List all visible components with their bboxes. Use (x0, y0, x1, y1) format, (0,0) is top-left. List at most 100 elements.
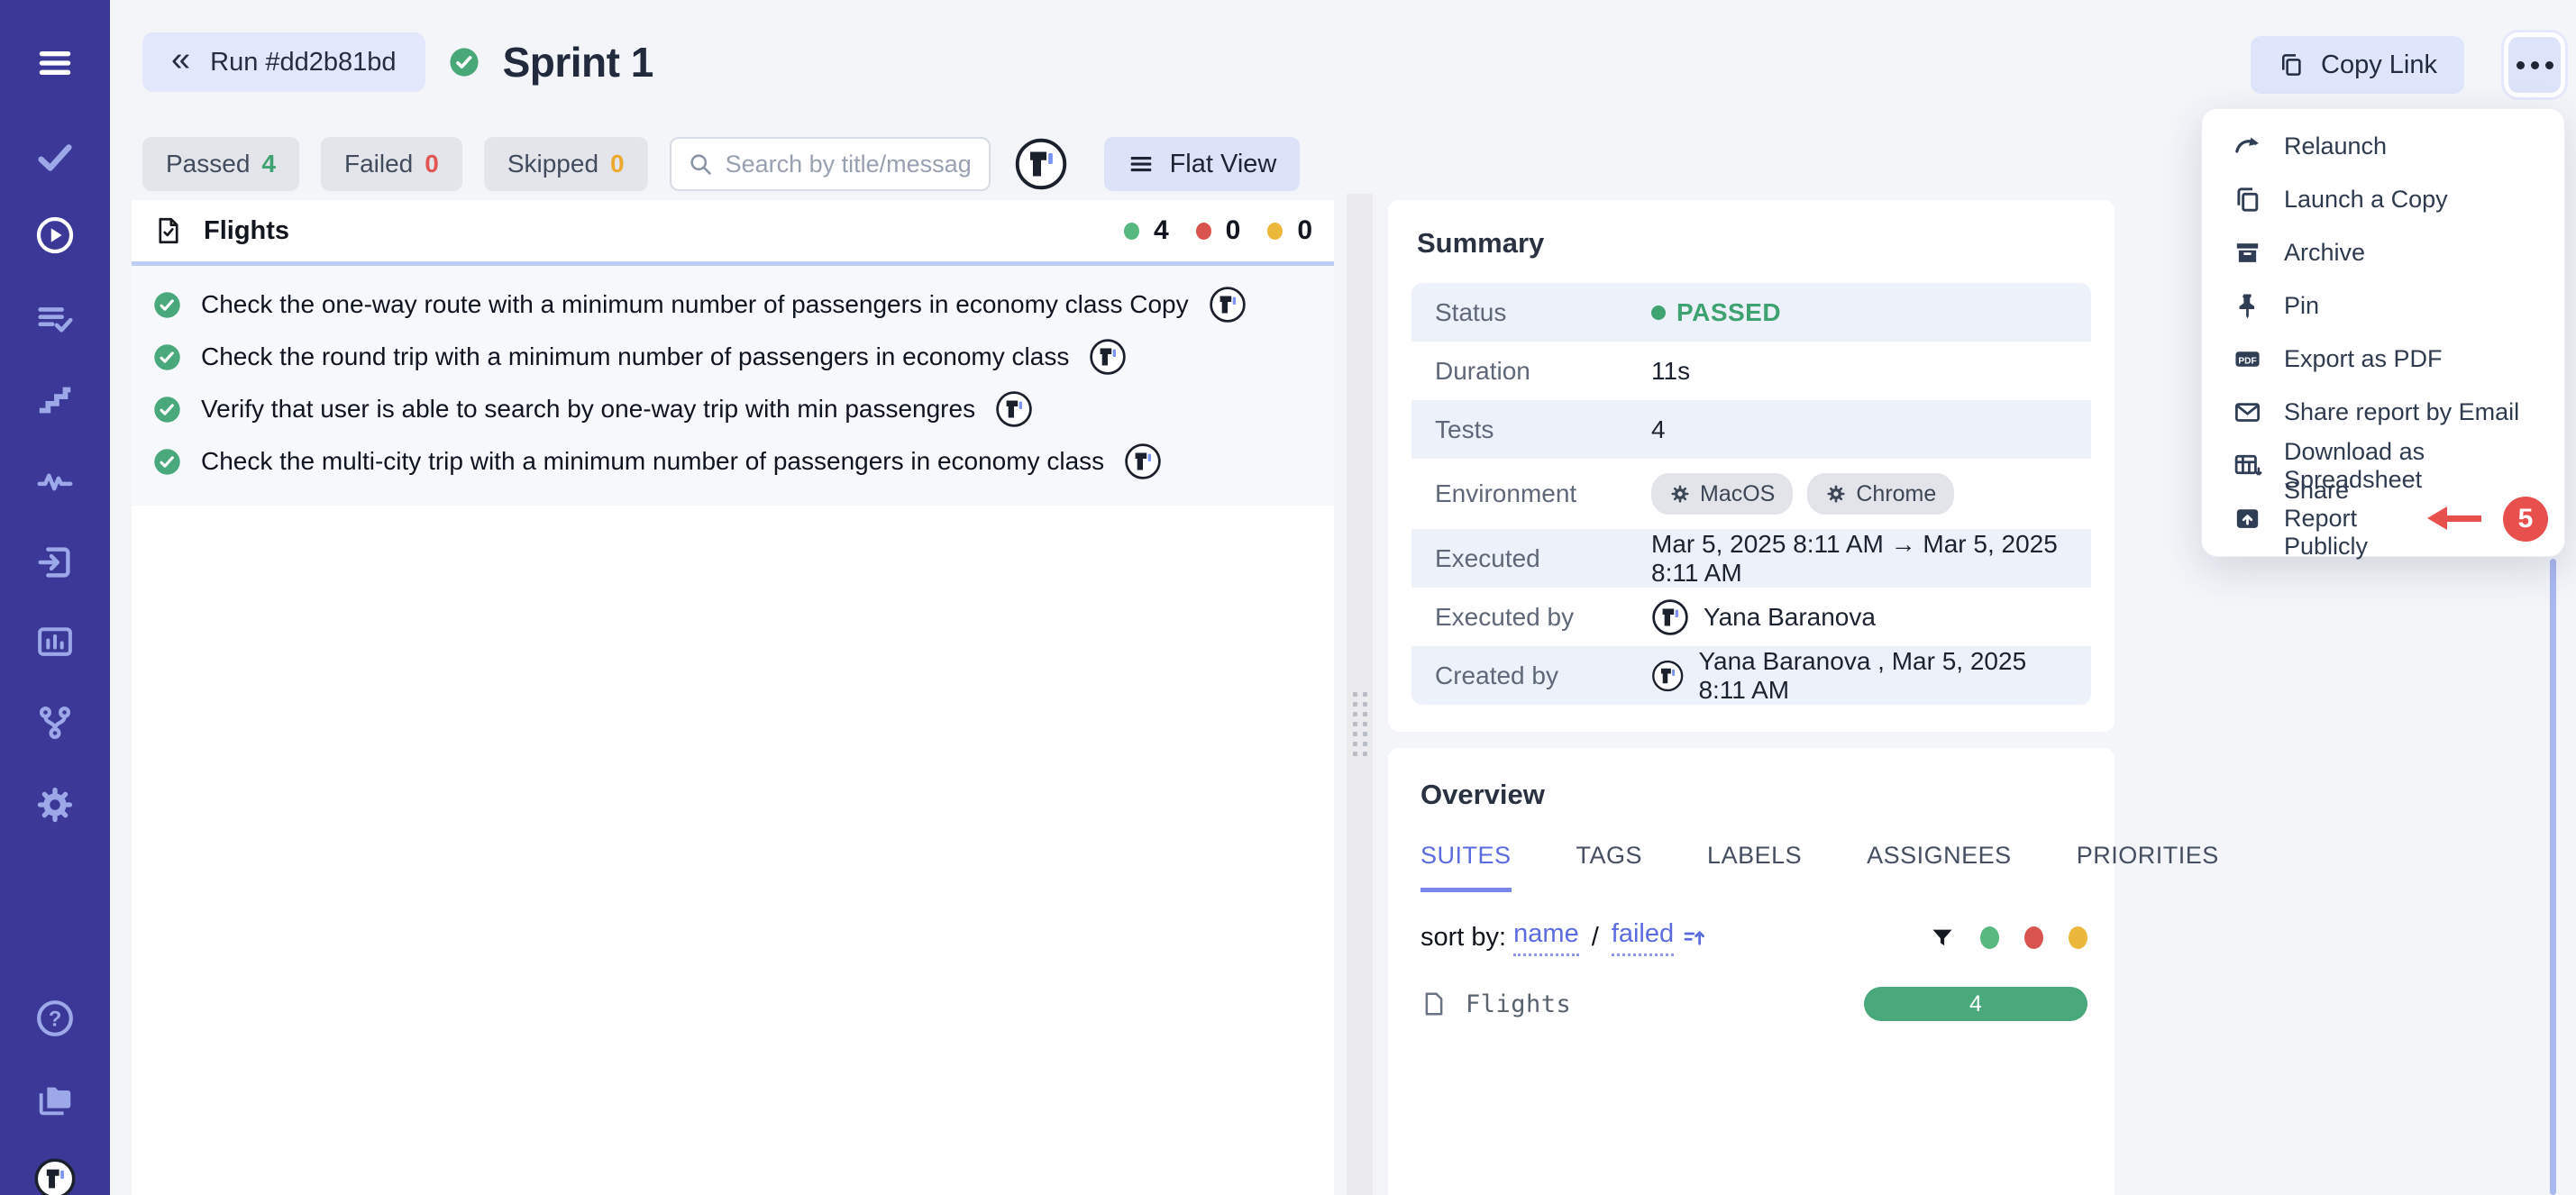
suite-name: Flights (204, 216, 289, 246)
author-filter-avatar[interactable] (1014, 137, 1068, 191)
suite-file-icon (153, 215, 184, 246)
suite-failed-count: 0 (1226, 215, 1241, 246)
gear-icon (1825, 483, 1847, 505)
test-passed-icon (153, 343, 181, 371)
duration-value: 11s (1651, 357, 1690, 386)
milestones-steps-icon[interactable] (33, 379, 77, 422)
annotation-arrow (2445, 515, 2481, 522)
skipped-count: 0 (610, 150, 625, 178)
sort-by-label: sort by: (1420, 923, 1506, 953)
suite-passed-count: 4 (1154, 215, 1169, 246)
test-passed-icon (153, 448, 181, 476)
menu-item-archive[interactable]: Archive (2202, 226, 2564, 279)
sort-ascending-icon[interactable] (1681, 925, 1708, 952)
summary-row-created-by: Created by Yana Baranova , Mar 5, 2025 8… (1411, 646, 2091, 705)
menu-item-relaunch[interactable]: Relaunch (2202, 120, 2564, 173)
menu-item-share-publicly[interactable]: Share Report Publicly 5 (2202, 492, 2564, 545)
test-row[interactable]: Check the one-way route with a minimum n… (132, 278, 1334, 331)
overview-suite-name: Flights (1466, 990, 1571, 1018)
run-id-label: Run #dd2b81bd (210, 48, 396, 78)
tab-tags[interactable]: TAGS (1576, 842, 1643, 892)
file-icon (1420, 990, 1448, 1017)
run-actions-menu: Relaunch Launch a Copy Archive Pin PDF E… (2201, 108, 2565, 557)
filter-toolbar: Passed 4 Failed 0 Skipped 0 Flat View (142, 137, 1300, 191)
copy-link-button[interactable]: Copy Link (2251, 36, 2464, 94)
reports-chart-icon[interactable] (33, 620, 77, 663)
gear-icon (1669, 483, 1691, 505)
results-list-icon[interactable] (33, 297, 77, 341)
overview-title: Overview (1420, 779, 2087, 811)
menu-item-export-pdf[interactable]: PDF Export as PDF (2202, 333, 2564, 386)
annotation-step-badge: 5 (2503, 497, 2548, 542)
passed-check-icon (449, 47, 480, 78)
tests-check-icon[interactable] (33, 135, 77, 178)
env-badge-macos[interactable]: MacOS (1651, 473, 1793, 515)
svg-text:PDF: PDF (2238, 356, 2256, 366)
skipped-filter-dot[interactable] (2069, 926, 2087, 949)
chevrons-left-icon: « (171, 42, 190, 77)
search-icon (688, 151, 713, 177)
vertical-scrollbar[interactable] (2550, 559, 2556, 1195)
summary-card: Summary Status PASSED Duration 11s Tests… (1388, 200, 2115, 732)
skipped-dot (1267, 223, 1283, 240)
panel-resizer[interactable] (1347, 194, 1373, 1195)
overview-card: Overview SUITES TAGS LABELS ASSIGNEES PR… (1388, 748, 2115, 1195)
user-avatar[interactable] (33, 1157, 77, 1195)
filter-skipped-chip[interactable]: Skipped 0 (484, 137, 648, 191)
sort-by-failed-link[interactable]: failed (1612, 919, 1674, 956)
summary-row-executed: Executed Mar 5, 2025 8:11 AM → Mar 5, 20… (1411, 529, 2091, 588)
search-input[interactable] (726, 151, 973, 178)
copy-icon (2278, 51, 2305, 78)
sort-by-name-link[interactable]: name (1513, 919, 1579, 956)
tab-labels[interactable]: LABELS (1707, 842, 1802, 892)
suite-passed-bar: 4 (1864, 987, 2087, 1021)
menu-item-launch-copy[interactable]: Launch a Copy (2202, 173, 2564, 226)
integrations-branch-icon[interactable] (33, 701, 77, 744)
launches-import-icon[interactable] (33, 541, 77, 584)
test-passed-icon (153, 291, 181, 319)
test-row[interactable]: Verify that user is able to search by on… (132, 383, 1334, 435)
test-results-panel: Flights 4 0 0 Check the one-way route wi… (132, 200, 1334, 1195)
funnel-filter-icon[interactable] (1930, 926, 1955, 951)
status-value: PASSED (1676, 298, 1781, 327)
tab-assignees[interactable]: ASSIGNEES (1867, 842, 2012, 892)
tab-suites[interactable]: SUITES (1420, 842, 1512, 892)
analytics-pulse-icon[interactable] (33, 460, 77, 503)
menu-item-share-email[interactable]: Share report by Email (2202, 386, 2564, 439)
env-badge-chrome[interactable]: Chrome (1807, 473, 1954, 515)
filter-passed-chip[interactable]: Passed 4 (142, 137, 299, 191)
tests-count-value: 4 (1651, 415, 1666, 444)
hamburger-menu-icon[interactable] (33, 41, 77, 85)
reporter-t-logo-icon (995, 390, 1033, 428)
menu-item-pin[interactable]: Pin (2202, 279, 2564, 333)
failed-filter-dot[interactable] (2024, 926, 2043, 949)
overview-suite-row[interactable]: Flights 4 (1420, 987, 2087, 1021)
failed-count: 0 (425, 150, 439, 178)
suite-header-row[interactable]: Flights 4 0 0 (132, 200, 1334, 261)
filter-failed-chip[interactable]: Failed 0 (321, 137, 462, 191)
test-row[interactable]: Check the round trip with a minimum numb… (132, 331, 1334, 383)
svg-text:?: ? (49, 1007, 62, 1031)
sort-controls: sort by: name / failed (1420, 919, 2087, 956)
app-screen: ? « Run #dd2b81bd Sprint 1 Copy Link Pas… (0, 0, 2576, 1195)
passed-count: 4 (261, 150, 276, 178)
reporter-t-logo-icon (1124, 442, 1162, 480)
header-actions: Copy Link (2251, 32, 2565, 97)
help-icon[interactable]: ? (33, 997, 77, 1040)
passed-filter-dot[interactable] (1980, 926, 1999, 949)
suite-counts: 4 0 0 (1124, 215, 1312, 246)
test-row[interactable]: Check the multi-city trip with a minimum… (132, 435, 1334, 488)
back-to-run-button[interactable]: « Run #dd2b81bd (142, 32, 425, 92)
projects-folders-icon[interactable] (33, 1078, 77, 1121)
settings-gear-icon[interactable] (33, 783, 77, 826)
tab-priorities[interactable]: PRIORITIES (2077, 842, 2219, 892)
runs-play-icon[interactable] (33, 214, 77, 257)
test-title: Verify that user is able to search by on… (201, 395, 975, 424)
user-t-logo-icon (1651, 598, 1689, 636)
more-options-button[interactable] (2504, 32, 2565, 97)
sidebar: ? (0, 0, 110, 1195)
tests-list: Check the one-way route with a minimum n… (132, 266, 1334, 506)
flat-view-button[interactable]: Flat View (1104, 137, 1301, 191)
share-public-icon (2233, 504, 2262, 534)
status-dot (1651, 306, 1666, 320)
